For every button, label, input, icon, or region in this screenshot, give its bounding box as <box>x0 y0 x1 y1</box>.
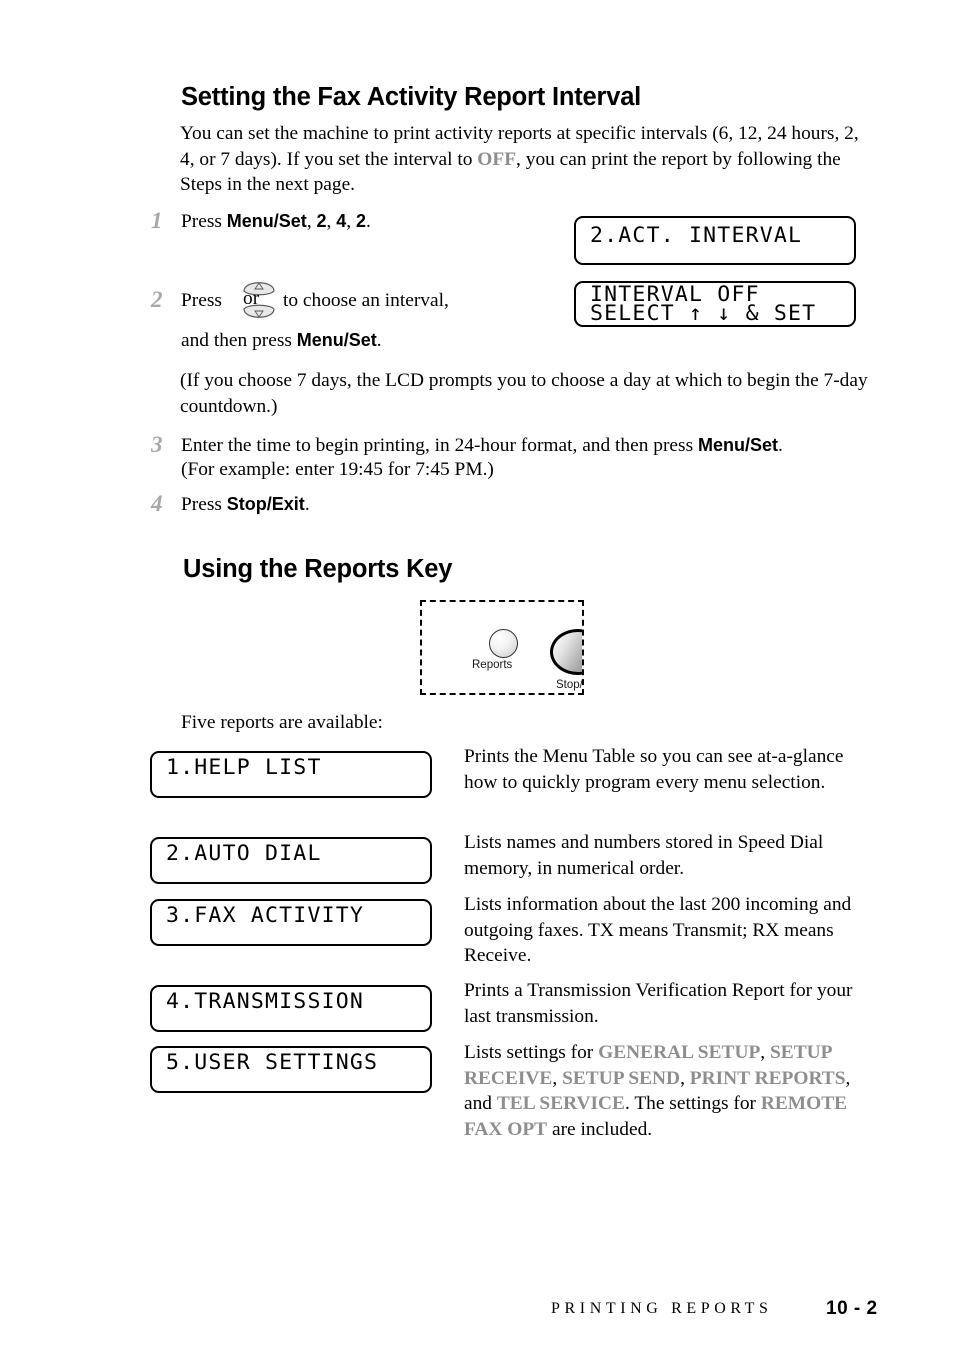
step-3-text: Enter the time to begin printing, in 24-… <box>181 433 875 459</box>
us-term-general-setup: GENERAL SETUP <box>598 1042 761 1063</box>
reports-button-label: Reports <box>472 659 513 671</box>
us-p3: , <box>552 1067 563 1089</box>
us-term-tel-service: TEL SERVICE <box>496 1093 625 1115</box>
report-description-user-settings: Lists settings for GENERAL SETUP, SETUP … <box>464 1040 876 1142</box>
lcd-panel-help-list: 1.HELP LIST <box>150 751 432 798</box>
step3-bold-menuset: Menu/Set <box>697 435 778 455</box>
step1-bold-2b: 2 <box>355 211 366 231</box>
step-3-example: (For example: enter 19:45 for 7:45 PM.) <box>181 459 494 480</box>
lcd-user-settings-text: 5.USER SETTINGS <box>166 1050 379 1075</box>
step4-pre: Press <box>181 494 227 515</box>
step4-bold-stopexit: Stop/Exit <box>226 494 305 514</box>
step4-post: . <box>304 494 310 515</box>
lcd-panel-act-interval: 2.ACT. INTERVAL <box>574 216 856 265</box>
report-description-fax-activity: Lists information about the last 200 inc… <box>464 894 852 967</box>
step-number-4: 4 <box>151 491 163 516</box>
step1-post: . <box>365 211 371 232</box>
reports-button-icon[interactable] <box>489 629 518 658</box>
lcd-panel-user-settings: 5.USER SETTINGS <box>150 1046 432 1093</box>
lcd-panel-transmission: 4.TRANSMISSION <box>150 985 432 1032</box>
step-number-1: 1 <box>151 208 163 233</box>
step-4-text: Press Stop/Exit. <box>181 492 581 518</box>
footer-page-number: 10 - 2 <box>826 1298 878 1319</box>
step1-mid3: , <box>346 211 356 232</box>
lcd-act-interval-line1: 2.ACT. INTERVAL <box>590 223 803 248</box>
us-p7: are included. <box>547 1118 653 1140</box>
report-description-transmission: Prints a Transmission Verification Repor… <box>464 980 853 1027</box>
step1-pre: Press <box>181 211 227 232</box>
step-number-3: 3 <box>151 432 163 457</box>
step1-bold-4: 4 <box>336 211 347 231</box>
up-down-arrow-key-icon: or <box>236 274 282 326</box>
us-term-print-reports: PRINT REPORTS <box>689 1067 846 1089</box>
footer-section-title: PRINTING REPORTS <box>551 1300 773 1317</box>
lcd-help-list-text: 1.HELP LIST <box>166 755 322 780</box>
step-2-press-label: Press <box>181 290 222 311</box>
five-reports-available-line: Five reports are available: <box>181 712 383 733</box>
lcd-panel-fax-activity: 3.FAX ACTIVITY <box>150 899 432 946</box>
section1-intro-paragraph: You can set the machine to print activit… <box>180 121 873 198</box>
step-number-2: 2 <box>151 287 163 312</box>
step2-line2-post: . <box>376 330 382 351</box>
report-description-help-list: Prints the Menu Table so you can see at-… <box>464 746 844 793</box>
step1-mid1: , <box>306 211 317 232</box>
step3-pre: Enter the time to begin printing, in 24-… <box>181 435 698 456</box>
report-description-auto-dial: Lists names and numbers stored in Speed … <box>464 832 824 879</box>
intro-term-off: OFF <box>477 148 517 170</box>
step-1-text: Press Menu/Set, 2, 4, 2. <box>181 209 521 235</box>
us-p4: , <box>680 1067 690 1089</box>
us-p2: , <box>760 1042 770 1063</box>
step-2-note: (If you choose 7 days, the LCD prompts y… <box>180 370 868 417</box>
lcd-fax-activity-text: 3.FAX ACTIVITY <box>166 903 365 928</box>
reports-key-illustration: Reports Stop/ <box>420 600 584 695</box>
section-heading-using-reports-key: Using the Reports Key <box>183 555 453 583</box>
stop-button-icon[interactable] <box>550 629 582 675</box>
step1-mid2: , <box>326 211 337 232</box>
lcd-panel-auto-dial: 2.AUTO DIAL <box>150 837 432 884</box>
step-2-line1-suffix: to choose an interval, <box>283 290 449 311</box>
lcd-interval-off-line2: SELECT ↑ ↓ & SET <box>590 301 817 326</box>
us-p6: . The settings for <box>624 1093 761 1115</box>
lcd-transmission-text: 4.TRANSMISSION <box>166 989 365 1014</box>
step1-bold-2a: 2 <box>316 211 327 231</box>
section-heading-fax-activity-interval: Setting the Fax Activity Report Interval <box>181 83 642 111</box>
lcd-panel-interval-off: INTERVAL OFF SELECT ↑ ↓ & SET <box>574 281 856 327</box>
us-p1: Lists settings for <box>464 1042 599 1063</box>
step2-line2-pre: and then press <box>181 330 297 351</box>
step2-bold-menuset: Menu/Set <box>296 330 377 350</box>
document-page: Setting the Fax Activity Report Interval… <box>0 0 954 1352</box>
stop-button-label: Stop/ <box>556 679 583 691</box>
step1-bold-menuset: Menu/Set <box>226 211 307 231</box>
up-down-or-label: or <box>243 288 260 309</box>
step3-post: . <box>777 435 783 456</box>
us-term-setup-send: SETUP SEND <box>562 1067 681 1089</box>
lcd-auto-dial-text: 2.AUTO DIAL <box>166 841 322 866</box>
step-2-line2: and then press Menu/Set. <box>181 328 521 354</box>
